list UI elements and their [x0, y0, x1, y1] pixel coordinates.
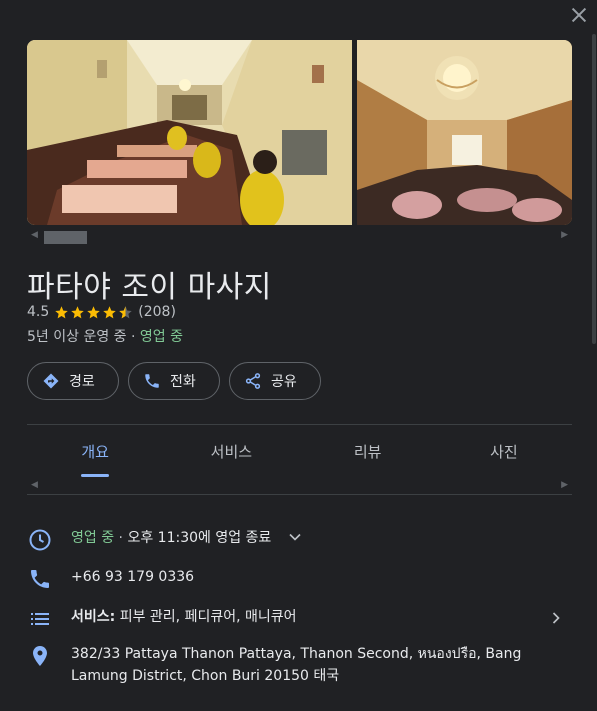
- star-icon: [55, 305, 69, 318]
- photo-gallery[interactable]: [27, 40, 572, 225]
- list-icon: [27, 606, 53, 632]
- rating-value: 4.5: [27, 304, 50, 320]
- photo-massage-hall[interactable]: [357, 40, 572, 225]
- scroll-right-icon[interactable]: ▶: [561, 230, 568, 240]
- chevron-down-icon[interactable]: [285, 527, 305, 547]
- call-button[interactable]: 전화: [128, 362, 220, 400]
- services-row[interactable]: 서비스: 피부 관리, 페디큐어, 매니큐어: [27, 606, 572, 632]
- address-row[interactable]: 382/33 Pattaya Thanon Pattaya, Thanon Se…: [27, 643, 572, 687]
- photo-scrollbar[interactable]: ◀ ▶: [27, 230, 572, 244]
- rating-stars: [54, 305, 133, 320]
- place-title: 파타야 조이 마사지: [27, 270, 272, 305]
- scrollbar-thumb[interactable]: [44, 231, 87, 244]
- half-star-icon: [119, 305, 133, 318]
- business-status-line: 5년 이상 운영 중 · 영업 중: [27, 326, 183, 346]
- services-label: 서비스:: [71, 609, 116, 625]
- scrollbar-thumb[interactable]: [592, 34, 596, 344]
- tab-reviews[interactable]: 리뷰: [300, 426, 436, 478]
- location-pin-icon: [27, 643, 53, 669]
- action-buttons: 경로 전화 공유: [27, 362, 321, 400]
- tab-reviews-label: 리뷰: [353, 443, 382, 461]
- phone-icon: [145, 374, 159, 388]
- tab-bar: 개요 서비스 리뷰 사진: [27, 426, 572, 478]
- star-icon: [103, 305, 117, 318]
- phone-row[interactable]: +66 93 179 0336: [27, 566, 572, 592]
- scroll-left-icon[interactable]: ◀: [31, 230, 38, 240]
- address-line-1: 382/33 Pattaya Thanon Pattaya, Thanon Se…: [71, 646, 522, 662]
- address-line-2: Lamung District, Chon Buri 20150 태국: [71, 668, 340, 684]
- tab-overview[interactable]: 개요: [27, 426, 163, 478]
- tab-scrollbar[interactable]: ◀ ▶: [27, 480, 572, 492]
- divider: [27, 494, 572, 495]
- share-button[interactable]: 공유: [229, 362, 321, 400]
- phone-number: +66 93 179 0336: [71, 569, 195, 585]
- photo-massage-room[interactable]: [27, 40, 352, 225]
- tab-overview-label: 개요: [81, 443, 109, 461]
- hours-detail: 오후 11:30에 영업 종료: [127, 530, 272, 546]
- tab-photos[interactable]: 사진: [436, 426, 572, 478]
- services-value: 피부 관리, 페디큐어, 매니큐어: [115, 609, 297, 625]
- directions-button[interactable]: 경로: [27, 362, 119, 400]
- tab-services-label: 서비스: [210, 443, 253, 461]
- hours-open-status: 영업 중: [71, 530, 115, 546]
- scroll-left-icon[interactable]: ◀: [31, 480, 38, 490]
- chevron-right-icon[interactable]: [546, 608, 566, 628]
- hours-text: 영업 중 · 오후 11:30에 영업 종료: [71, 527, 271, 549]
- hours-separator: ·: [114, 530, 128, 546]
- tab-services[interactable]: 서비스: [163, 426, 299, 478]
- share-label: 공유: [271, 374, 297, 390]
- call-label: 전화: [170, 374, 196, 390]
- share-icon: [245, 373, 261, 389]
- years-in-business: 5년 이상 운영 중: [27, 329, 127, 345]
- star-icon: [71, 305, 85, 318]
- divider: [27, 424, 572, 425]
- scroll-right-icon[interactable]: ▶: [561, 480, 568, 490]
- address-text: 382/33 Pattaya Thanon Pattaya, Thanon Se…: [71, 643, 521, 687]
- rating-row[interactable]: 4.5 (208): [27, 304, 176, 320]
- services-text: 서비스: 피부 관리, 페디큐어, 매니큐어: [71, 606, 297, 628]
- directions-label: 경로: [69, 374, 95, 390]
- review-count[interactable]: (208): [138, 304, 176, 320]
- star-icon: [87, 305, 101, 318]
- hours-row[interactable]: 영업 중 · 오후 11:30에 영업 종료: [27, 527, 572, 553]
- phone-icon: [27, 566, 53, 592]
- separator: ·: [131, 329, 136, 345]
- active-tab-indicator: [81, 474, 110, 477]
- close-icon[interactable]: [568, 4, 590, 26]
- panel-scrollbar[interactable]: [591, 0, 597, 711]
- open-status: 영업 중: [139, 329, 183, 345]
- tab-photos-label: 사진: [490, 443, 518, 461]
- clock-icon: [27, 527, 53, 553]
- directions-icon: [43, 373, 59, 389]
